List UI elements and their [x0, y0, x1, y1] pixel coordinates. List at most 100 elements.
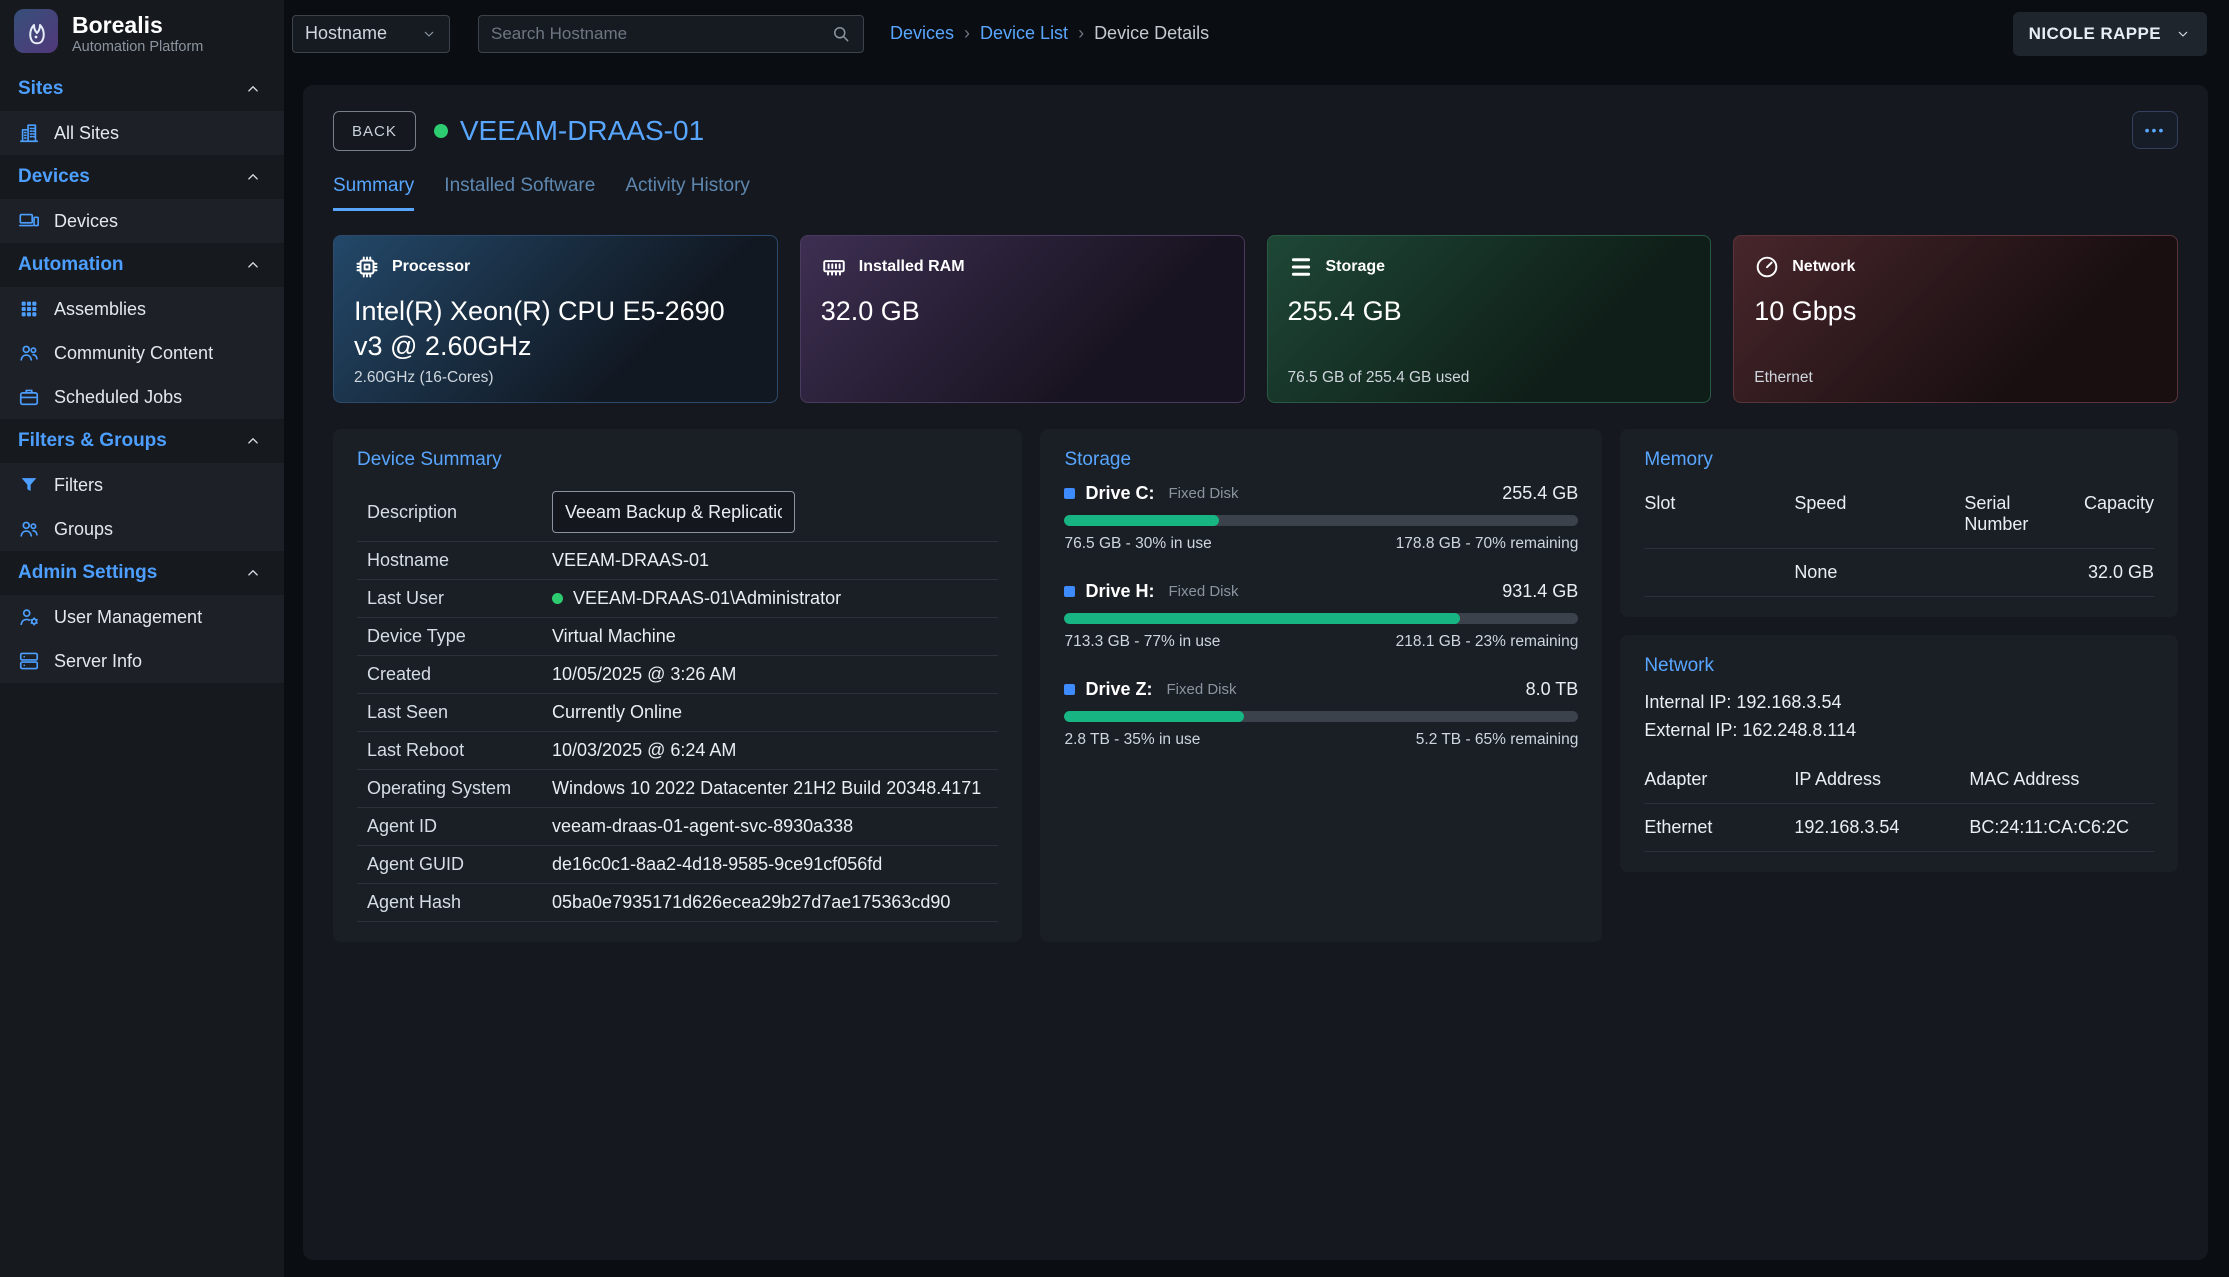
sidebar-item-all-sites[interactable]: All Sites	[0, 111, 284, 155]
network-header-ip-address: IP Address	[1794, 759, 1969, 804]
memory-cell	[1644, 549, 1794, 597]
tab-activity-history[interactable]: Activity History	[625, 175, 750, 211]
devices-icon	[18, 210, 40, 232]
sidebar-item-community-content[interactable]: Community Content	[0, 331, 284, 375]
breadcrumb-devices[interactable]: Devices	[890, 23, 954, 44]
summary-value: 10/03/2025 @ 6:24 AM	[552, 740, 736, 761]
drive-type: Fixed Disk	[1169, 583, 1239, 600]
memory-cell	[1964, 549, 2044, 597]
sidebar-item-label: Server Info	[54, 651, 142, 672]
network-panel: Network Internal IP: 192.168.3.54 Extern…	[1620, 635, 2178, 872]
sidebar-section-sites[interactable]: Sites	[0, 67, 284, 111]
breadcrumb-device-details: Device Details	[1094, 23, 1209, 44]
drive-usage-fill	[1064, 613, 1460, 624]
summary-label: Agent GUID	[367, 854, 552, 875]
summary-value: de16c0c1-8aa2-4d18-9585-9ce91cf056fd	[552, 854, 882, 875]
sidebar-item-label: Assemblies	[54, 299, 146, 320]
brand-name: Borealis	[72, 12, 203, 38]
detail-panels: Device Summary DescriptionHostnameVEEAM-…	[333, 429, 2178, 942]
sidebar-section-label: Devices	[18, 166, 90, 188]
topbar: Hostname Devices›Device List›Device Deta…	[284, 0, 2229, 67]
summary-row-agent-guid: Agent GUIDde16c0c1-8aa2-4d18-9585-9ce91c…	[357, 846, 998, 884]
people-icon	[18, 518, 40, 540]
online-status-dot	[434, 124, 448, 138]
breadcrumb-device-list[interactable]: Device List	[980, 23, 1068, 44]
stat-card-title: Network	[1792, 258, 1855, 276]
device-summary-title: Device Summary	[357, 449, 998, 471]
search-icon[interactable]	[831, 24, 851, 44]
sidebar-item-filters[interactable]: Filters	[0, 463, 284, 507]
memory-header-speed: Speed	[1794, 483, 1964, 549]
drive-size: 931.4 GB	[1502, 581, 1578, 602]
back-button[interactable]: BACK	[333, 111, 416, 151]
tab-installed-software[interactable]: Installed Software	[444, 175, 595, 211]
drive-usage-bar	[1064, 711, 1578, 722]
tab-summary[interactable]: Summary	[333, 175, 414, 211]
description-input[interactable]	[552, 491, 795, 533]
network-header-mac-address: MAC Address	[1969, 759, 2154, 804]
stat-card-subtext: Ethernet	[1754, 369, 1813, 387]
summary-value: veeam-draas-01-agent-svc-8930a338	[552, 816, 853, 837]
drive-bullet	[1064, 488, 1075, 499]
stat-card-title: Processor	[392, 258, 470, 276]
sidebar-item-server-info[interactable]: Server Info	[0, 639, 284, 683]
summary-label: Operating System	[367, 778, 552, 799]
brand: Borealis Automation Platform	[0, 0, 284, 67]
chevron-down-icon	[421, 26, 437, 42]
hostname-select[interactable]: Hostname	[292, 15, 450, 53]
sidebar-section-devices[interactable]: Devices	[0, 155, 284, 199]
ram-icon	[821, 254, 847, 280]
sidebar-section-label: Filters & Groups	[18, 430, 167, 452]
drive-drive-h: Drive H:Fixed Disk931.4 GB713.3 GB - 77%…	[1064, 581, 1578, 651]
stat-card-subtext: 76.5 GB of 255.4 GB used	[1288, 369, 1470, 387]
sidebar-item-label: User Management	[54, 607, 202, 628]
internal-ip: Internal IP: 192.168.3.54	[1644, 689, 2154, 717]
drive-name: Drive Z:	[1085, 679, 1152, 700]
drive-used-text: 713.3 GB - 77% in use	[1064, 633, 1220, 651]
drive-usage-bar	[1064, 515, 1578, 526]
device-summary-panel: Device Summary DescriptionHostnameVEEAM-…	[333, 429, 1022, 942]
sidebar-item-devices[interactable]: Devices	[0, 199, 284, 243]
sidebar-item-groups[interactable]: Groups	[0, 507, 284, 551]
drive-used-text: 2.8 TB - 35% in use	[1064, 731, 1200, 749]
funnel-icon	[18, 474, 40, 496]
sidebar-section-filters-groups[interactable]: Filters & Groups	[0, 419, 284, 463]
chevron-up-icon	[244, 80, 262, 98]
sidebar-section-automation[interactable]: Automation	[0, 243, 284, 287]
drive-type: Fixed Disk	[1167, 681, 1237, 698]
ip-lines: Internal IP: 192.168.3.54 External IP: 1…	[1644, 689, 2154, 745]
sidebar-item-scheduled-jobs[interactable]: Scheduled Jobs	[0, 375, 284, 419]
sidebar-item-user-management[interactable]: User Management	[0, 595, 284, 639]
chevron-up-icon	[244, 432, 262, 450]
memory-cell: 32.0 GB	[2044, 549, 2154, 597]
summary-label: Agent Hash	[367, 892, 552, 913]
online-dot	[552, 593, 563, 604]
stat-card-value: 10 Gbps	[1754, 294, 2137, 329]
breadcrumb-separator: ›	[1078, 23, 1084, 44]
memory-header-slot: Slot	[1644, 483, 1794, 549]
more-options-button[interactable]: •••	[2132, 111, 2178, 149]
summary-label: Hostname	[367, 550, 552, 571]
search-box[interactable]	[478, 15, 864, 53]
brand-text: Borealis Automation Platform	[72, 12, 203, 54]
device-details-card: BACK VEEAM-DRAAS-01 ••• Summary Installed…	[303, 85, 2208, 1260]
sidebar-item-assemblies[interactable]: Assemblies	[0, 287, 284, 331]
drive-size: 255.4 GB	[1502, 483, 1578, 504]
sidebar-section-label: Admin Settings	[18, 562, 157, 584]
user-menu[interactable]: NICOLE RAPPE	[2013, 12, 2207, 56]
drive-list: Drive C:Fixed Disk255.4 GB76.5 GB - 30% …	[1064, 483, 1578, 749]
summary-row-device-type: Device TypeVirtual Machine	[357, 618, 998, 656]
search-input[interactable]	[491, 24, 823, 44]
stat-card-value: 255.4 GB	[1288, 294, 1671, 329]
stat-card-subtext: 2.60GHz (16-Cores)	[354, 369, 494, 387]
stat-card-network: Network 10 Gbps Ethernet	[1733, 235, 2178, 403]
summary-row-last-user: Last UserVEEAM-DRAAS-01\Administrator	[357, 580, 998, 618]
device-title-wrap: VEEAM-DRAAS-01	[434, 115, 704, 147]
summary-label: Created	[367, 664, 552, 685]
grid-icon	[18, 298, 40, 320]
sidebar-section-admin-settings[interactable]: Admin Settings	[0, 551, 284, 595]
summary-row-last-reboot: Last Reboot10/03/2025 @ 6:24 AM	[357, 732, 998, 770]
user-name: NICOLE RAPPE	[2029, 24, 2161, 44]
stat-card-value: 32.0 GB	[821, 294, 1204, 329]
stat-card-title: Installed RAM	[859, 258, 965, 276]
